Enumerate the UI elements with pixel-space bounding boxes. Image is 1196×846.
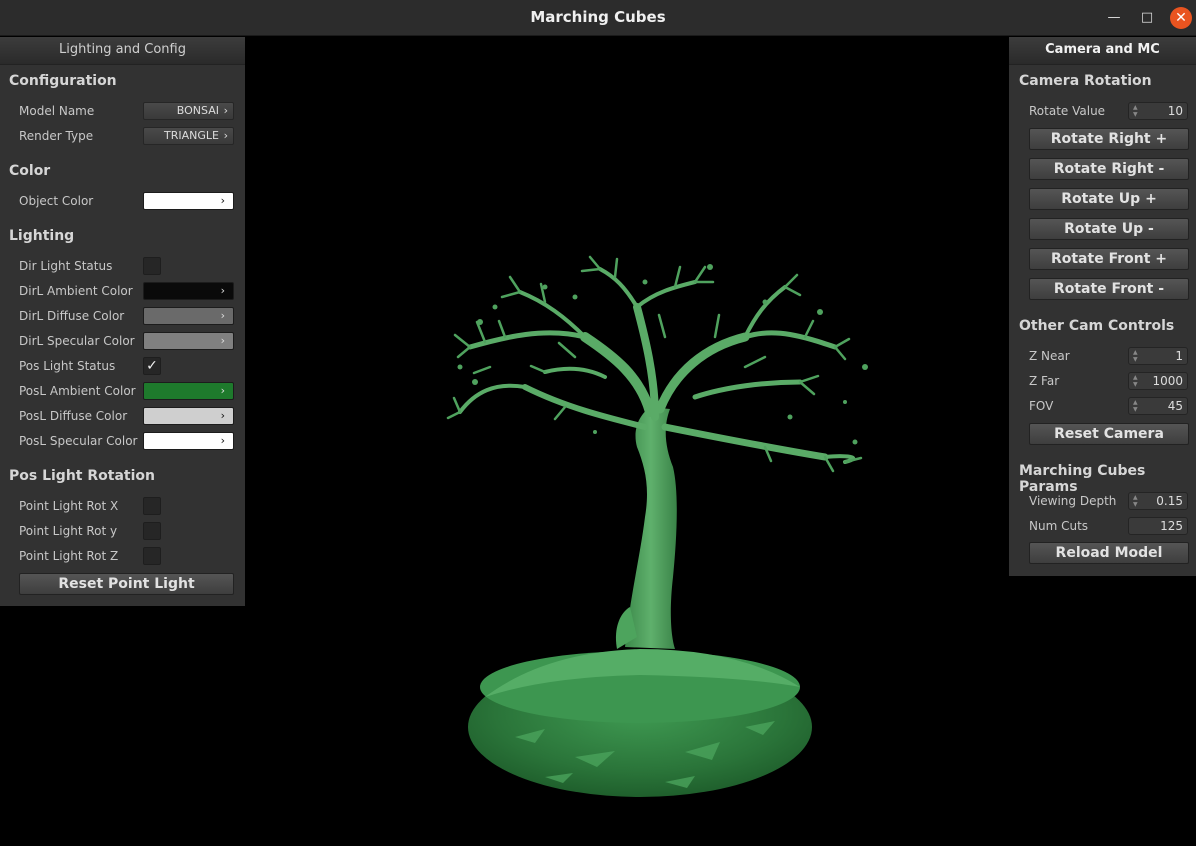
bonsai-model: [446, 255, 868, 797]
point-light-rot-z-label: Point Light Rot Z: [19, 549, 119, 563]
posl-specular-label: PosL Specular Color: [19, 434, 138, 448]
viewing-depth-input[interactable]: ▲ ▼ 0.15: [1128, 492, 1188, 510]
spinner-arrows-icon[interactable]: ▲ ▼: [1133, 349, 1138, 363]
chevron-right-icon: ›: [220, 334, 225, 347]
num-cuts-label: Num Cuts: [1029, 519, 1089, 533]
rotate-value-input[interactable]: ▲ ▼ 10: [1128, 102, 1188, 120]
point-light-rot-z-checkbox[interactable]: [143, 547, 161, 565]
point-light-rot-y-label: Point Light Rot y: [19, 524, 118, 538]
chevron-right-icon: ›: [220, 384, 225, 397]
point-light-rot-x-label: Point Light Rot X: [19, 499, 119, 513]
rotate-up-plus-button[interactable]: Rotate Up +: [1029, 188, 1189, 210]
rotate-front-minus-button[interactable]: Rotate Front -: [1029, 278, 1189, 300]
spinner-arrows-icon[interactable]: ▲ ▼: [1133, 494, 1138, 508]
dirl-ambient-label: DirL Ambient Color: [19, 284, 133, 298]
section-other-cam-controls: Other Cam Controls: [1019, 318, 1175, 334]
section-camera-rotation: Camera Rotation: [1019, 73, 1152, 89]
spinner-arrows-icon[interactable]: ▲ ▼: [1133, 399, 1138, 413]
maximize-icon[interactable]: □: [1136, 7, 1158, 29]
reload-model-button[interactable]: Reload Model: [1029, 542, 1189, 564]
render-type-select[interactable]: TRIANGLE ›: [143, 127, 234, 145]
dirl-specular-color-picker[interactable]: ›: [143, 332, 234, 350]
posl-ambient-color-picker[interactable]: ›: [143, 382, 234, 400]
rotate-up-minus-button[interactable]: Rotate Up -: [1029, 218, 1189, 240]
viewing-depth-label: Viewing Depth: [1029, 494, 1117, 508]
pos-light-status-label: Pos Light Status: [19, 359, 116, 373]
reset-camera-button[interactable]: Reset Camera: [1029, 423, 1189, 445]
spinner-arrows-icon[interactable]: ▲ ▼: [1133, 104, 1138, 118]
section-color: Color: [9, 163, 51, 179]
rotate-right-minus-button[interactable]: Rotate Right -: [1029, 158, 1189, 180]
render-type-label: Render Type: [19, 129, 94, 143]
dirl-diffuse-label: DirL Diffuse Color: [19, 309, 125, 323]
chevron-right-icon: ›: [220, 434, 225, 447]
model-name-label: Model Name: [19, 104, 95, 118]
point-light-rot-x-checkbox[interactable]: [143, 497, 161, 515]
section-configuration: Configuration: [9, 73, 117, 89]
z-near-label: Z Near: [1029, 349, 1070, 363]
posl-diffuse-color-picker[interactable]: ›: [143, 407, 234, 425]
z-near-value: 1: [1175, 349, 1183, 363]
posl-diffuse-label: PosL Diffuse Color: [19, 409, 128, 423]
num-cuts-value: 125: [1160, 519, 1183, 533]
minimize-icon[interactable]: —: [1103, 7, 1125, 29]
chevron-right-icon: ›: [220, 309, 225, 322]
z-far-input[interactable]: ▲ ▼ 1000: [1128, 372, 1188, 390]
rotate-front-plus-button[interactable]: Rotate Front +: [1029, 248, 1189, 270]
dirl-ambient-color-picker[interactable]: ›: [143, 282, 234, 300]
z-far-value: 1000: [1152, 374, 1183, 388]
chevron-right-icon: ›: [223, 129, 228, 142]
chevron-right-icon: ›: [220, 284, 225, 297]
chevron-right-icon: ›: [223, 104, 228, 117]
section-marching-cubes-params: Marching Cubes Params: [1019, 463, 1146, 495]
title-bar: Marching Cubes — □ ✕: [0, 0, 1196, 36]
window-title: Marching Cubes: [530, 8, 666, 26]
section-lighting: Lighting: [9, 228, 75, 244]
dir-light-status-checkbox[interactable]: [143, 257, 161, 275]
fov-value: 45: [1167, 399, 1183, 413]
render-viewport[interactable]: [245, 37, 1009, 846]
z-near-input[interactable]: ▲ ▼ 1: [1128, 347, 1188, 365]
model-name-select[interactable]: BONSAI ›: [143, 102, 234, 120]
dir-light-status-label: Dir Light Status: [19, 259, 113, 273]
posl-ambient-label: PosL Ambient Color: [19, 384, 136, 398]
pos-light-status-checkbox[interactable]: ✓: [143, 357, 161, 375]
dirl-diffuse-color-picker[interactable]: ›: [143, 307, 234, 325]
model-name-value: BONSAI: [176, 104, 219, 117]
checkmark-icon: ✓: [146, 358, 158, 374]
num-cuts-input[interactable]: 125: [1128, 517, 1188, 535]
z-far-label: Z Far: [1029, 374, 1060, 388]
chevron-right-icon: ›: [220, 194, 225, 207]
fov-label: FOV: [1029, 399, 1054, 413]
panel-header[interactable]: Lighting and Config: [0, 37, 245, 65]
reset-point-light-button[interactable]: Reset Point Light: [19, 573, 234, 595]
rotate-right-plus-button[interactable]: Rotate Right +: [1029, 128, 1189, 150]
chevron-right-icon: ›: [220, 409, 225, 422]
viewing-depth-value: 0.15: [1156, 494, 1183, 508]
dirl-specular-label: DirL Specular Color: [19, 334, 135, 348]
render-type-value: TRIANGLE: [164, 129, 219, 142]
rotate-value: 10: [1167, 104, 1183, 118]
rotate-value-label: Rotate Value: [1029, 104, 1106, 118]
fov-input[interactable]: ▲ ▼ 45: [1128, 397, 1188, 415]
object-color-label: Object Color: [19, 194, 94, 208]
close-icon[interactable]: ✕: [1170, 7, 1192, 29]
posl-specular-color-picker[interactable]: ›: [143, 432, 234, 450]
spinner-arrows-icon[interactable]: ▲ ▼: [1133, 374, 1138, 388]
object-color-picker[interactable]: ›: [143, 192, 234, 210]
section-pos-light-rotation: Pos Light Rotation: [9, 468, 155, 484]
point-light-rot-y-checkbox[interactable]: [143, 522, 161, 540]
panel-header[interactable]: Camera and MC: [1009, 37, 1196, 65]
